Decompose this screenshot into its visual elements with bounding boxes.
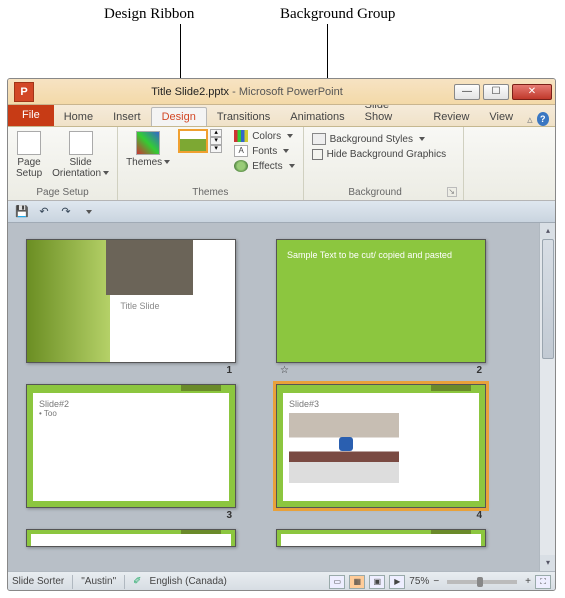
powerpoint-icon: P bbox=[14, 82, 34, 102]
slide3-title: Slide#2 bbox=[39, 399, 223, 409]
minimize-ribbon-icon[interactable]: ▵ bbox=[523, 113, 537, 126]
group-page-setup: Page Setup Slide Orientation Page Setup bbox=[8, 127, 118, 200]
slide-thumb-3[interactable]: Slide#2• Too bbox=[26, 384, 236, 508]
slide-thumb-4[interactable]: Slide#3 bbox=[276, 384, 486, 508]
slide-number-3: 3 bbox=[226, 510, 232, 521]
slide4-title: Slide#3 bbox=[289, 399, 473, 409]
theme-thumb-current[interactable] bbox=[178, 129, 208, 153]
tab-insert[interactable]: Insert bbox=[103, 108, 151, 126]
appname-text: Microsoft PowerPoint bbox=[239, 86, 343, 98]
status-bar: Slide Sorter "Austin" ✐ English (Canada)… bbox=[8, 571, 555, 591]
page-setup-button[interactable]: Page Setup bbox=[14, 129, 44, 181]
orientation-icon bbox=[69, 131, 93, 155]
group-label-background: Background↘ bbox=[310, 187, 457, 200]
group-themes: Themes ▴▾▾ Colors AFonts Effects Themes bbox=[118, 127, 304, 200]
slide-number-1: 1 bbox=[226, 365, 232, 376]
theme-colors-button[interactable]: Colors bbox=[232, 129, 296, 143]
zoom-in-button[interactable]: + bbox=[525, 576, 531, 587]
redo-button[interactable]: ↷ bbox=[58, 204, 74, 220]
tab-transitions[interactable]: Transitions bbox=[207, 108, 280, 126]
group-label-themes: Themes bbox=[124, 187, 297, 200]
themes-icon bbox=[136, 131, 160, 155]
effects-icon bbox=[234, 160, 248, 172]
hide-background-checkbox[interactable]: Hide Background Graphics bbox=[310, 148, 457, 161]
group-label-page-setup: Page Setup bbox=[14, 187, 111, 200]
slide1-title: Title Slide bbox=[114, 295, 218, 346]
page-setup-label: Page Setup bbox=[16, 157, 42, 179]
slide4-image bbox=[289, 413, 399, 483]
tab-home[interactable]: Home bbox=[54, 108, 103, 126]
normal-view-button[interactable]: ▭ bbox=[329, 575, 345, 589]
quick-access-toolbar: 💾 ↶ ↷ bbox=[8, 201, 555, 223]
status-language[interactable]: English (Canada) bbox=[150, 576, 227, 587]
slide-thumb-5[interactable] bbox=[26, 529, 236, 547]
close-button[interactable]: ✕ bbox=[512, 84, 552, 100]
vertical-scrollbar[interactable]: ▴ ▾ bbox=[539, 223, 555, 571]
background-styles-button[interactable]: Background Styles bbox=[310, 132, 457, 146]
slide-thumb-6[interactable] bbox=[276, 529, 486, 547]
ribbon-body: Page Setup Slide Orientation Page Setup … bbox=[8, 127, 555, 201]
slideshow-view-button[interactable]: ▶ bbox=[389, 575, 405, 589]
slide-sorter-panel: Title Slide 1 Sample Text to be cut/ cop… bbox=[8, 223, 555, 571]
scroll-up-button[interactable]: ▴ bbox=[540, 223, 555, 239]
status-view-mode: Slide Sorter bbox=[12, 576, 64, 587]
slide-cell-4[interactable]: Slide#3 4 bbox=[276, 384, 486, 521]
slide-thumb-1[interactable]: Title Slide bbox=[26, 239, 236, 363]
window-title: Title Slide2.pptx - Microsoft PowerPoint bbox=[40, 86, 454, 98]
qat-customize-button[interactable] bbox=[80, 204, 96, 220]
title-bar: P Title Slide2.pptx - Microsoft PowerPoi… bbox=[8, 79, 555, 105]
slide-cell-1[interactable]: Title Slide 1 bbox=[26, 239, 236, 376]
slide3-bullet: Too bbox=[44, 409, 57, 418]
slide2-star-icon: ☆ bbox=[280, 365, 289, 376]
ribbon-tab-strip: File Home Insert Design Transitions Anim… bbox=[8, 105, 555, 127]
tab-view[interactable]: View bbox=[479, 108, 523, 126]
slide-cell-6-partial[interactable] bbox=[276, 529, 486, 547]
sorter-view-button[interactable]: ▦ bbox=[349, 575, 365, 589]
fonts-icon: A bbox=[234, 145, 248, 157]
zoom-out-button[interactable]: − bbox=[433, 576, 439, 587]
filename-text: Title Slide2.pptx bbox=[151, 86, 229, 98]
tab-animations[interactable]: Animations bbox=[280, 108, 354, 126]
orientation-label: Slide Orientation bbox=[52, 157, 109, 179]
background-launcher[interactable]: ↘ bbox=[447, 187, 457, 197]
help-icon[interactable]: ? bbox=[537, 112, 549, 126]
themes-gallery[interactable]: ▴▾▾ bbox=[178, 129, 222, 153]
annotation-background-group: Background Group bbox=[280, 6, 395, 23]
slide-number-4: 4 bbox=[476, 510, 482, 521]
scroll-down-button[interactable]: ▾ bbox=[540, 555, 555, 571]
page-setup-icon bbox=[17, 131, 41, 155]
slide-cell-2[interactable]: Sample Text to be cut/ copied and pasted… bbox=[276, 239, 486, 376]
zoom-level[interactable]: 75% bbox=[409, 576, 429, 587]
undo-button[interactable]: ↶ bbox=[36, 204, 52, 220]
file-tab[interactable]: File bbox=[8, 104, 54, 126]
save-button[interactable]: 💾 bbox=[14, 204, 30, 220]
theme-fonts-button[interactable]: AFonts bbox=[232, 144, 296, 158]
bg-styles-icon bbox=[312, 133, 326, 145]
group-background: Background Styles Hide Background Graphi… bbox=[304, 127, 464, 200]
maximize-button[interactable]: ☐ bbox=[483, 84, 509, 100]
colors-icon bbox=[234, 130, 248, 142]
minimize-button[interactable]: — bbox=[454, 84, 480, 100]
themes-label: Themes bbox=[126, 157, 170, 168]
annotation-design-ribbon: Design Ribbon bbox=[104, 6, 194, 23]
spellcheck-icon[interactable]: ✐ bbox=[133, 576, 141, 587]
checkbox-icon bbox=[312, 149, 323, 160]
gallery-scroll[interactable]: ▴▾▾ bbox=[210, 129, 222, 153]
scroll-thumb[interactable] bbox=[542, 239, 554, 359]
theme-effects-button[interactable]: Effects bbox=[232, 159, 296, 173]
fit-to-window-button[interactable]: ⛶ bbox=[535, 575, 551, 589]
slide-cell-5-partial[interactable] bbox=[26, 529, 236, 547]
slide-number-2: 2 bbox=[476, 365, 482, 376]
slide2-text: Sample Text to be cut/ copied and pasted bbox=[287, 250, 475, 260]
reading-view-button[interactable]: ▣ bbox=[369, 575, 385, 589]
zoom-slider[interactable] bbox=[447, 580, 517, 584]
app-window: P Title Slide2.pptx - Microsoft PowerPoi… bbox=[7, 78, 556, 591]
tab-design[interactable]: Design bbox=[151, 107, 207, 126]
themes-button[interactable]: Themes bbox=[124, 129, 172, 170]
slide-thumb-2[interactable]: Sample Text to be cut/ copied and pasted bbox=[276, 239, 486, 363]
slide-orientation-button[interactable]: Slide Orientation bbox=[50, 129, 111, 181]
tab-review[interactable]: Review bbox=[423, 108, 479, 126]
slide-cell-3[interactable]: Slide#2• Too 3 bbox=[26, 384, 236, 521]
status-theme: "Austin" bbox=[81, 576, 116, 587]
